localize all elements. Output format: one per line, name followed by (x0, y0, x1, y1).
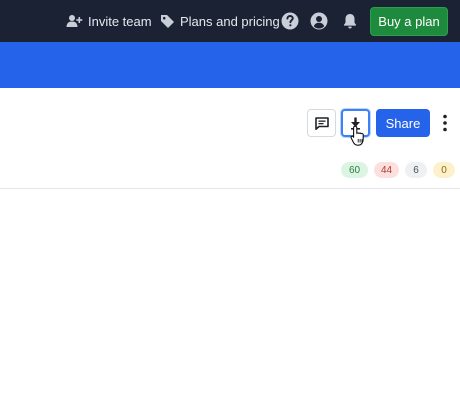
buy-plan-button[interactable]: Buy a plan (370, 7, 448, 36)
invite-team-link[interactable]: Invite team (66, 0, 152, 42)
plans-pricing-label: Plans and pricing (180, 13, 280, 29)
account-icon[interactable] (309, 11, 329, 31)
invite-team-label: Invite team (88, 13, 152, 29)
comment-icon (314, 116, 329, 130)
tag-icon (161, 14, 174, 28)
more-options-icon[interactable] (438, 113, 452, 133)
passed-count-badge: 60 (341, 162, 368, 178)
add-user-icon (66, 15, 83, 27)
help-icon[interactable] (280, 11, 300, 31)
plans-pricing-link[interactable]: Plans and pricing (160, 0, 280, 42)
notification-bell-icon[interactable] (340, 11, 360, 31)
divider (0, 188, 460, 189)
failed-count-badge: 44 (374, 162, 399, 178)
comments-button[interactable] (307, 109, 336, 137)
share-button[interactable]: Share (376, 109, 430, 137)
download-button[interactable] (341, 109, 370, 137)
download-icon (351, 117, 360, 130)
header-banner (0, 42, 460, 88)
top-navigation-bar: Invite team Plans and pricing Buy a plan (0, 0, 460, 42)
pending-count-badge: 0 (433, 162, 455, 178)
skipped-count-badge: 6 (405, 162, 427, 178)
